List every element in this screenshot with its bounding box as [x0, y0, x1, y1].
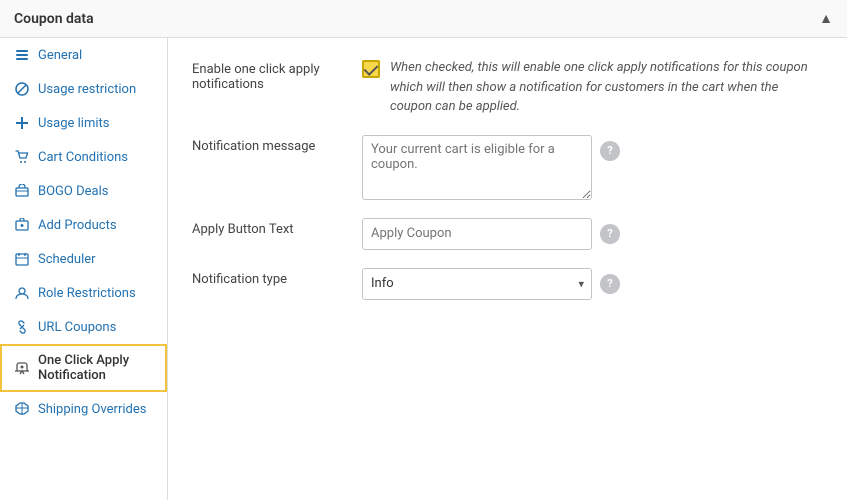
sidebar-item-role-restrictions[interactable]: Role Restrictions	[0, 276, 167, 310]
notification-message-row: Notification message ?	[192, 135, 823, 200]
sidebar-item-general[interactable]: General	[0, 38, 167, 72]
help-icon-label-2: ?	[607, 227, 612, 240]
apply-button-text-field: ?	[362, 218, 823, 250]
header-title: Coupon data	[14, 11, 94, 27]
sidebar-item-bogo-deals[interactable]: BOGO Deals	[0, 174, 167, 208]
notification-type-label: Notification type	[192, 268, 362, 287]
sidebar-label-scheduler: Scheduler	[38, 252, 96, 267]
notification-type-help-icon[interactable]: ?	[600, 274, 620, 294]
notification-message-field: ?	[362, 135, 823, 200]
sidebar-item-scheduler[interactable]: Scheduler	[0, 242, 167, 276]
help-icon-label-3: ?	[607, 277, 612, 290]
notification-type-select[interactable]: Info Success Warning Error	[362, 268, 592, 300]
apply-button-text-row: Apply Button Text ?	[192, 218, 823, 250]
notification-type-field: Info Success Warning Error ▾ ?	[362, 268, 823, 300]
sidebar: General Usage restriction Usage limits	[0, 38, 168, 500]
sidebar-item-one-click-apply[interactable]: One Click Apply Notification	[0, 344, 167, 392]
enable-checkbox-wrap	[362, 60, 380, 82]
notification-message-input[interactable]	[362, 135, 592, 200]
usage-limits-icon	[14, 115, 30, 131]
notification-type-row: Notification type Info Success Warning E…	[192, 268, 823, 300]
enable-notifications-description: When checked, this will enable one click…	[390, 58, 823, 117]
enable-row: When checked, this will enable one click…	[362, 58, 823, 117]
sidebar-label-bogo-deals: BOGO Deals	[38, 184, 108, 199]
sidebar-item-add-products[interactable]: Add Products	[0, 208, 167, 242]
sidebar-item-cart-conditions[interactable]: Cart Conditions	[0, 140, 167, 174]
sidebar-label-role-restrictions: Role Restrictions	[38, 286, 136, 301]
add-products-icon	[14, 217, 30, 233]
bogo-deals-icon	[14, 183, 30, 199]
sidebar-label-general: General	[38, 48, 82, 63]
apply-button-text-help-icon[interactable]: ?	[600, 224, 620, 244]
main-content: Enable one click apply notifications Whe…	[168, 38, 847, 500]
sidebar-label-cart-conditions: Cart Conditions	[38, 150, 128, 165]
apply-button-text-label: Apply Button Text	[192, 218, 362, 237]
enable-notifications-row: Enable one click apply notifications Whe…	[192, 58, 823, 117]
shipping-overrides-icon	[14, 401, 30, 417]
apply-button-text-input[interactable]	[362, 218, 592, 250]
enable-notifications-field: When checked, this will enable one click…	[362, 58, 823, 117]
sidebar-item-usage-restriction[interactable]: Usage restriction	[0, 72, 167, 106]
usage-restriction-icon	[14, 81, 30, 97]
sidebar-item-url-coupons[interactable]: URL Coupons	[0, 310, 167, 344]
cart-conditions-icon	[14, 149, 30, 165]
sidebar-label-usage-limits: Usage limits	[38, 116, 109, 131]
notification-message-help-icon[interactable]: ?	[600, 141, 620, 161]
help-icon-label: ?	[607, 144, 612, 157]
sidebar-label-add-products: Add Products	[38, 218, 117, 233]
notification-type-select-wrap: Info Success Warning Error ▾	[362, 268, 592, 300]
sidebar-label-url-coupons: URL Coupons	[38, 320, 116, 335]
collapse-icon[interactable]: ▲	[819, 10, 833, 27]
scheduler-icon	[14, 251, 30, 267]
role-restrictions-icon	[14, 285, 30, 301]
one-click-apply-icon	[14, 360, 30, 376]
sidebar-label-usage-restriction: Usage restriction	[38, 82, 136, 97]
url-coupons-icon	[14, 319, 30, 335]
coupon-data-header: Coupon data ▲	[0, 0, 847, 38]
notification-message-label: Notification message	[192, 135, 362, 154]
enable-notifications-label: Enable one click apply notifications	[192, 58, 362, 92]
sidebar-label-one-click-apply: One Click Apply Notification	[38, 353, 153, 383]
sidebar-item-usage-limits[interactable]: Usage limits	[0, 106, 167, 140]
sidebar-label-shipping-overrides: Shipping Overrides	[38, 402, 146, 417]
sidebar-item-shipping-overrides[interactable]: Shipping Overrides	[0, 392, 167, 426]
general-icon	[14, 47, 30, 63]
enable-notifications-checkbox[interactable]	[362, 60, 380, 78]
